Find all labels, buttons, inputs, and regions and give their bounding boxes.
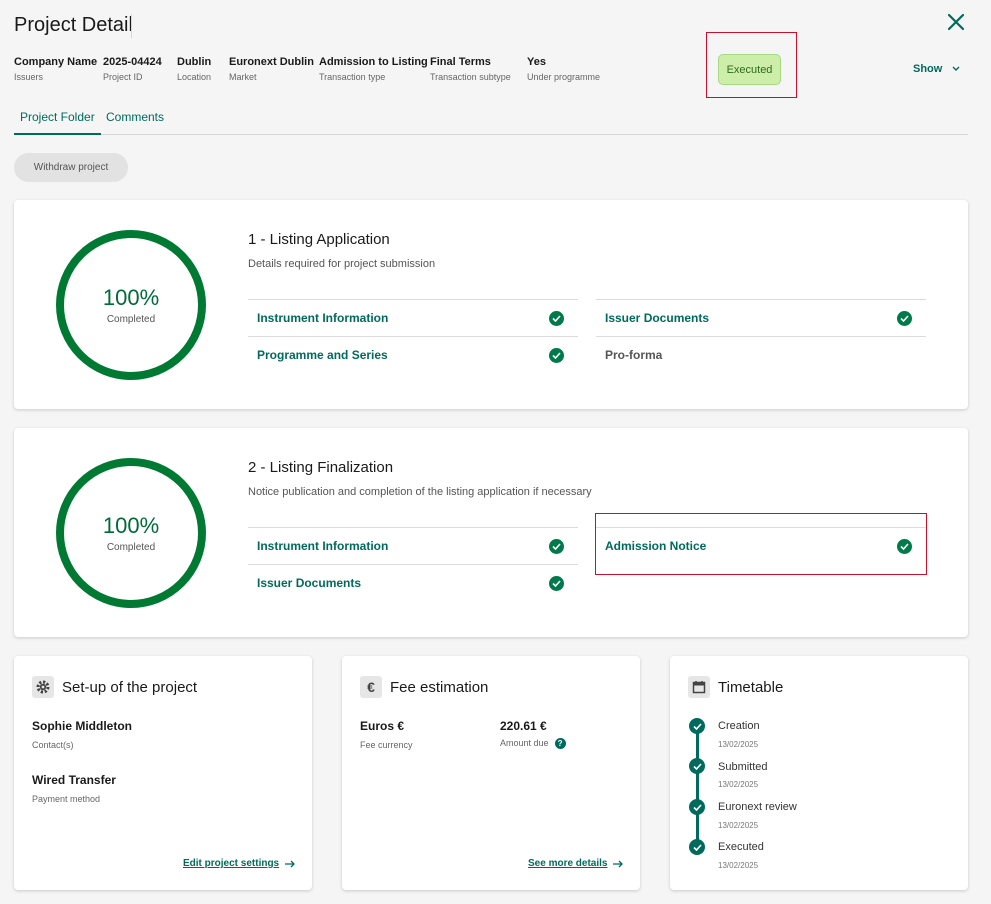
timeline-step-date: 13/02/2025 bbox=[718, 740, 759, 749]
page-title: Project Detail bbox=[14, 14, 133, 36]
timeline-step-label: Creation bbox=[718, 720, 760, 732]
help-icon[interactable]: ? bbox=[554, 738, 566, 750]
timetable-title: Timetable bbox=[718, 678, 784, 696]
listing-application-card: 100% Completed 1 - Listing Application D… bbox=[14, 200, 968, 409]
meta-key: Location bbox=[177, 72, 212, 82]
progress-percent: 100% bbox=[102, 285, 160, 310]
item-label: Issuer Documents bbox=[605, 311, 710, 325]
check-circle-icon bbox=[689, 839, 705, 855]
see-more-details-link[interactable]: See more details bbox=[528, 858, 624, 869]
contact-value: Sophie Middleton bbox=[32, 719, 132, 733]
meta-location: Dublin Location bbox=[177, 56, 211, 82]
section-title: 2 - Listing Finalization bbox=[248, 459, 394, 476]
currency-key: Fee currency bbox=[360, 740, 413, 750]
section-description: Notice publication and completion of the… bbox=[248, 486, 592, 498]
payment-key: Payment method bbox=[32, 794, 101, 804]
section-description: Details required for project submission bbox=[248, 258, 436, 270]
amount-value: 220.61 € bbox=[500, 719, 547, 733]
currency-value: Euros € bbox=[360, 719, 405, 733]
close-icon[interactable] bbox=[944, 10, 968, 34]
tab-comments[interactable]: Comments bbox=[100, 110, 170, 135]
link-label: Edit project settings bbox=[183, 858, 280, 869]
meta-project-id: 2025-04424 Project ID bbox=[103, 56, 162, 82]
progress-ring: 100% Completed bbox=[56, 230, 206, 380]
timeline-step-date: 13/02/2025 bbox=[718, 861, 759, 870]
item-label: Instrument Information bbox=[257, 311, 389, 325]
timeline-step-label: Executed bbox=[718, 841, 764, 853]
admission-notice-highlight-frame bbox=[595, 513, 927, 575]
section-item-issuer-documents[interactable]: Issuer Documents bbox=[248, 564, 578, 601]
meta-key: Market bbox=[229, 72, 257, 82]
meta-under-programme: Yes Under programme bbox=[527, 56, 600, 82]
progress-label: Completed bbox=[106, 542, 156, 553]
timeline-step-label: Euronext review bbox=[718, 801, 797, 813]
timeline-step-date: 13/02/2025 bbox=[718, 780, 759, 789]
arrow-right-icon bbox=[613, 860, 624, 867]
check-icon bbox=[549, 347, 564, 363]
section-item-instrument-information[interactable]: Instrument Information bbox=[248, 527, 578, 564]
timetable-card: Timetable Creation 13/02/2025 Submitted … bbox=[670, 656, 968, 890]
section-item-pro-forma: Pro-forma bbox=[596, 336, 926, 373]
link-label: See more details bbox=[528, 858, 608, 869]
meta-key: Under programme bbox=[527, 72, 601, 82]
item-label: Pro-forma bbox=[605, 348, 663, 362]
check-circle-icon bbox=[689, 758, 705, 774]
meta-value: Company Name bbox=[14, 56, 98, 68]
meta-transaction-type: Admission to Listing Transaction type bbox=[319, 56, 428, 82]
amount-key: Amount due bbox=[500, 738, 549, 748]
section-item-instrument-information[interactable]: Instrument Information bbox=[248, 299, 578, 336]
euro-icon: € bbox=[360, 676, 382, 698]
section-item-programme-and-series[interactable]: Programme and Series bbox=[248, 336, 578, 373]
show-toggle[interactable]: Show bbox=[913, 63, 960, 75]
check-circle-icon bbox=[689, 799, 705, 815]
check-icon bbox=[549, 538, 564, 554]
meta-key: Issuers bbox=[14, 72, 44, 82]
check-circle-icon bbox=[689, 718, 705, 734]
item-label: Issuer Documents bbox=[257, 576, 362, 590]
meta-transaction-subtype: Final Terms Transaction subtype bbox=[430, 56, 511, 82]
meta-value: 2025-04424 bbox=[103, 56, 162, 68]
setup-title: Set-up of the project bbox=[62, 678, 198, 696]
check-icon bbox=[897, 310, 912, 326]
tab-project-folder[interactable]: Project Folder bbox=[14, 110, 101, 135]
section-title: 1 - Listing Application bbox=[248, 231, 390, 248]
title-divider bbox=[131, 14, 132, 38]
meta-value: Dublin bbox=[177, 56, 212, 68]
calendar-icon bbox=[688, 676, 710, 698]
meta-value: Yes bbox=[527, 56, 546, 68]
progress-ring: 100% Completed bbox=[56, 458, 206, 608]
contact-key: Contact(s) bbox=[32, 740, 74, 750]
gear-icon bbox=[32, 676, 54, 698]
edit-project-settings-link[interactable]: Edit project settings bbox=[183, 858, 296, 869]
chevron-down-icon bbox=[952, 66, 960, 71]
meta-value: Final Terms bbox=[430, 56, 491, 68]
meta-key: Transaction type bbox=[319, 72, 386, 82]
arrow-right-icon bbox=[285, 860, 296, 867]
meta-key: Transaction subtype bbox=[430, 72, 511, 82]
status-badge: Executed bbox=[718, 54, 781, 85]
progress-label: Completed bbox=[106, 314, 156, 325]
item-label: Programme and Series bbox=[257, 348, 388, 362]
show-label: Show bbox=[913, 63, 943, 75]
fee-title: Fee estimation bbox=[390, 678, 489, 696]
timeline-step-label: Submitted bbox=[718, 761, 768, 773]
item-label: Instrument Information bbox=[257, 539, 389, 553]
fee-card: € Fee estimation Euros € Fee currency 22… bbox=[342, 656, 640, 890]
setup-card: Set-up of the project Sophie Middleton C… bbox=[14, 656, 312, 890]
progress-percent: 100% bbox=[102, 513, 160, 538]
meta-value: Admission to Listing bbox=[319, 56, 428, 68]
meta-issuers: Company Name Issuers bbox=[14, 56, 97, 82]
timeline-step-date: 13/02/2025 bbox=[718, 821, 759, 830]
withdraw-project-button[interactable]: Withdraw project bbox=[14, 153, 128, 182]
payment-value: Wired Transfer bbox=[32, 773, 116, 787]
tab-bar: Project Folder Comments bbox=[14, 110, 968, 135]
meta-key: Project ID bbox=[103, 72, 143, 82]
meta-value: Euronext Dublin bbox=[229, 56, 314, 68]
amount-key-wrap: Amount due? bbox=[500, 738, 566, 750]
check-icon bbox=[549, 310, 564, 326]
check-icon bbox=[549, 575, 564, 591]
section-item-issuer-documents[interactable]: Issuer Documents bbox=[596, 299, 926, 336]
meta-market: Euronext Dublin Market bbox=[229, 56, 314, 82]
timeline-line bbox=[696, 726, 699, 847]
